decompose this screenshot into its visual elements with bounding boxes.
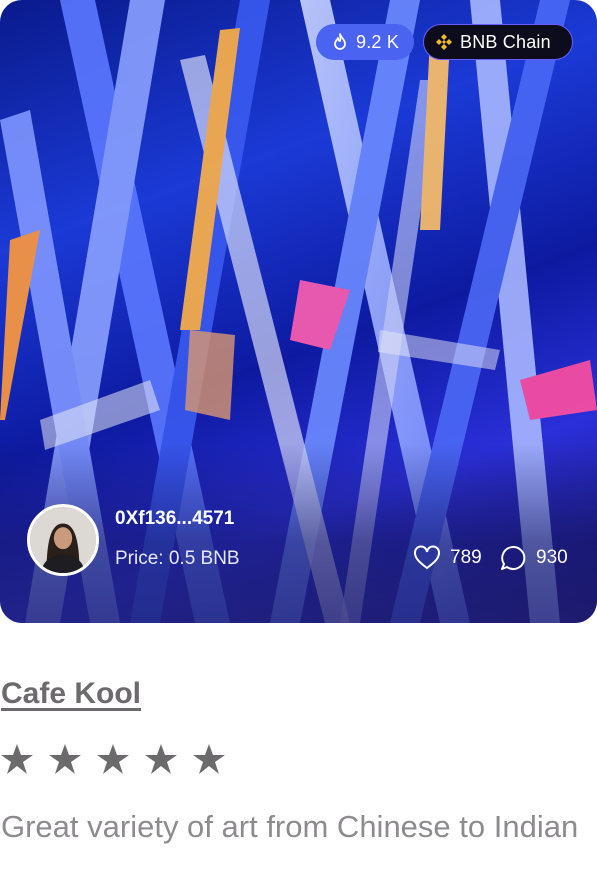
likes-button[interactable]: 789 <box>412 543 482 573</box>
chain-label: BNB Chain <box>460 31 551 52</box>
star-icon <box>144 742 178 776</box>
bnb-logo-icon <box>434 32 454 52</box>
chain-badge[interactable]: BNB Chain <box>423 24 573 60</box>
star-icon <box>192 742 226 776</box>
rating-stars <box>0 742 240 776</box>
comment-icon <box>498 543 528 573</box>
nft-image[interactable]: 9.2 K BNB Chain 0Xf136...4571 Price: 0.5 <box>0 0 597 623</box>
likes-count: 789 <box>450 547 482 568</box>
star-icon <box>96 742 130 776</box>
star-icon <box>0 742 34 776</box>
owner-avatar[interactable] <box>27 504 99 576</box>
item-description: Great variety of art from Chinese to Ind… <box>1 809 579 844</box>
comments-button[interactable]: 930 <box>498 543 568 573</box>
views-badge: 9.2 K <box>316 24 414 60</box>
item-title-link[interactable]: Cafe Kool <box>1 677 141 711</box>
owner-address[interactable]: 0Xf136...4571 <box>115 508 234 530</box>
heart-icon <box>412 543 442 573</box>
views-count: 9.2 K <box>356 31 400 52</box>
price-label: Price: 0.5 BNB <box>115 548 240 569</box>
comments-count: 930 <box>536 547 568 568</box>
star-icon <box>48 742 82 776</box>
fire-icon <box>330 32 350 52</box>
